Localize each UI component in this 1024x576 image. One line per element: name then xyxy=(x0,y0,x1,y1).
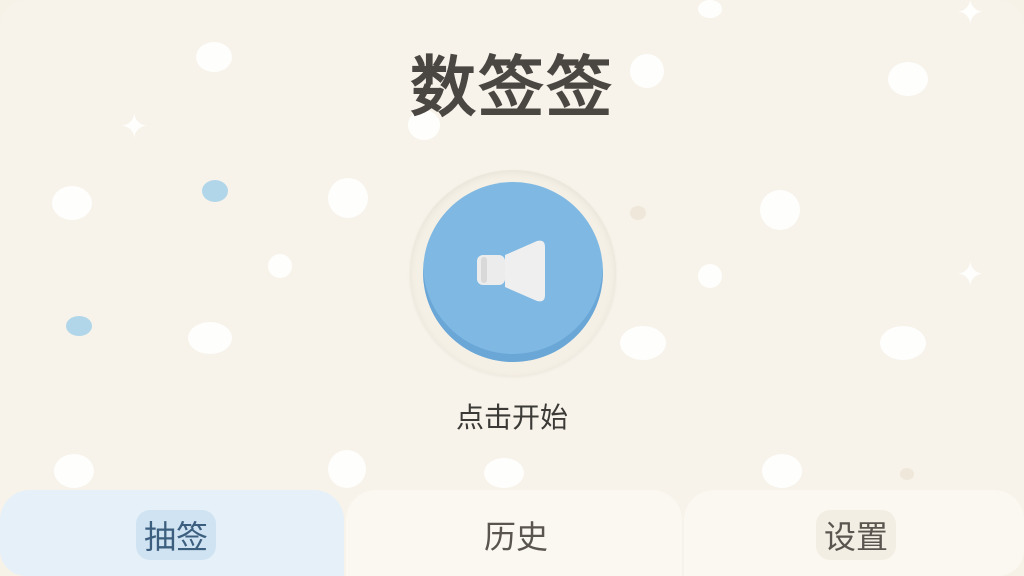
tab-settings[interactable]: 设置 xyxy=(684,490,1024,576)
tab-history-label: 历史 xyxy=(483,518,548,556)
megaphone-icon xyxy=(477,240,545,302)
tab-draw-label: 抽签 xyxy=(136,510,216,560)
start-button[interactable] xyxy=(423,182,603,362)
start-label: 点击开始 xyxy=(455,401,568,434)
tab-history[interactable]: 历史 xyxy=(346,490,682,576)
tab-draw[interactable]: 抽签 xyxy=(0,490,344,576)
app-title: 数签签 xyxy=(410,49,614,126)
tab-settings-label: 设置 xyxy=(816,510,896,560)
app-window: ✦ ✦ ✦ 数签签 点击开始 抽签 历史 设置 xyxy=(0,0,1024,576)
bottom-tab-bar: 抽签 历史 设置 xyxy=(0,490,1024,576)
